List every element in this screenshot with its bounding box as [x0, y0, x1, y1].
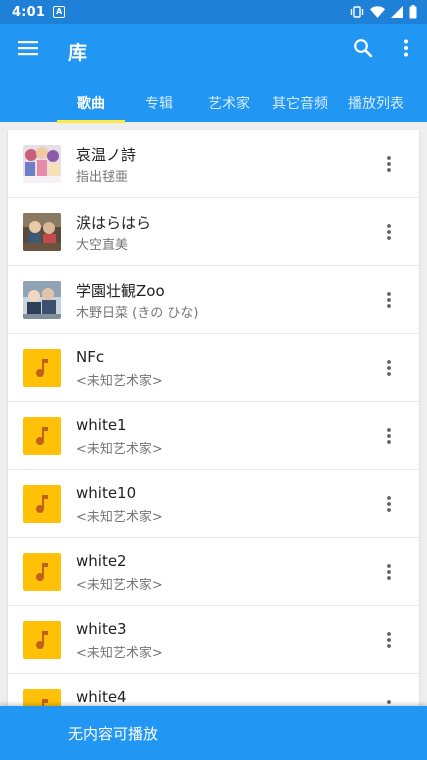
- app-bar: 库 歌曲 专辑 艺术家 其它音频 播放列表: [0, 24, 427, 123]
- more-vert-icon: [387, 360, 391, 376]
- song-list: 哀温ノ詩 指出毬亜 涙はらはら 大空直美 学園壮観Zoo 木野日菜 (きの ひな…: [8, 130, 419, 760]
- more-vert-icon: [403, 39, 409, 61]
- song-title: 哀温ノ詩: [76, 146, 137, 164]
- song-row[interactable]: 学園壮観Zoo 木野日菜 (きの ひな): [8, 266, 419, 334]
- song-artist: <未知艺术家>: [76, 578, 163, 593]
- notification-icon: A: [53, 6, 66, 18]
- album-cover-2: [23, 213, 61, 251]
- tab-indicator: [57, 120, 125, 123]
- album-art-placeholder: [23, 621, 61, 659]
- music-note-icon: [36, 359, 48, 378]
- more-vert-icon: [387, 156, 391, 172]
- song-artist: <未知艺术家>: [76, 442, 163, 457]
- tab-bar: 歌曲 专辑 艺术家 其它音频 播放列表: [0, 84, 427, 122]
- song-artist: 大空直美: [76, 238, 129, 253]
- page-title: 库: [68, 42, 88, 64]
- tab-playlists[interactable]: 播放列表: [342, 84, 410, 122]
- more-vert-icon: [387, 292, 391, 308]
- tab-albums[interactable]: 专辑: [130, 84, 188, 122]
- song-options-button[interactable]: [378, 356, 400, 380]
- album-art-placeholder: [23, 485, 61, 523]
- song-row[interactable]: white2 <未知艺术家>: [8, 538, 419, 606]
- album-cover-3: [23, 281, 61, 319]
- song-title: white1: [76, 416, 127, 434]
- song-title: white10: [76, 484, 137, 502]
- more-options-button[interactable]: [394, 37, 418, 63]
- song-artist: 木野日菜 (きの ひな): [76, 306, 199, 321]
- more-vert-icon: [387, 224, 391, 240]
- song-title: 涙はらはら: [76, 214, 152, 232]
- music-note-icon: [36, 631, 48, 650]
- search-button[interactable]: [350, 37, 376, 63]
- song-title: white3: [76, 620, 127, 638]
- song-row[interactable]: white1 <未知艺术家>: [8, 402, 419, 470]
- song-row[interactable]: 涙はらはら 大空直美: [8, 198, 419, 266]
- song-options-button[interactable]: [378, 560, 400, 584]
- album-art-placeholder: [23, 349, 61, 387]
- music-note-icon: [36, 563, 48, 582]
- song-artist: 指出毬亜: [76, 170, 129, 185]
- tab-other-audio[interactable]: 其它音频: [268, 84, 332, 122]
- more-vert-icon: [387, 496, 391, 512]
- more-vert-icon: [387, 632, 391, 648]
- song-artist: <未知艺术家>: [76, 646, 163, 661]
- album-art: [23, 213, 61, 251]
- album-art-placeholder: [23, 417, 61, 455]
- song-artist: <未知艺术家>: [76, 374, 163, 389]
- mini-player-bar[interactable]: 无内容可播放: [0, 706, 427, 760]
- tab-songs[interactable]: 歌曲: [57, 84, 125, 122]
- hamburger-menu-icon: [18, 40, 38, 60]
- battery-icon: [409, 5, 417, 19]
- status-icons: [350, 5, 417, 19]
- song-title: 学園壮観Zoo: [76, 282, 165, 300]
- status-time: 4:01: [12, 4, 46, 20]
- more-vert-icon: [387, 564, 391, 580]
- search-icon: [353, 38, 373, 62]
- song-options-button[interactable]: [378, 152, 400, 176]
- song-title: NFc: [76, 348, 105, 366]
- song-row[interactable]: NFc <未知艺术家>: [8, 334, 419, 402]
- app-root: 4:01 A 库 歌曲 专辑 艺术家 其它音频 播放列表 哀温ノ詩 指出毬亜 涙…: [0, 0, 427, 760]
- album-cover-1: [23, 145, 61, 183]
- song-options-button[interactable]: [378, 424, 400, 448]
- more-vert-icon: [387, 428, 391, 444]
- music-note-icon: [36, 495, 48, 514]
- wifi-icon: [370, 6, 385, 18]
- status-bar: 4:01 A: [0, 0, 427, 24]
- song-options-button[interactable]: [378, 492, 400, 516]
- song-options-button[interactable]: [378, 220, 400, 244]
- song-options-button[interactable]: [378, 628, 400, 652]
- song-title: white2: [76, 552, 127, 570]
- vibrate-icon: [350, 5, 364, 19]
- album-art: [23, 145, 61, 183]
- song-artist: <未知艺术家>: [76, 510, 163, 525]
- album-art: [23, 281, 61, 319]
- song-row[interactable]: white10 <未知艺术家>: [8, 470, 419, 538]
- song-title: white4: [76, 688, 127, 706]
- menu-button[interactable]: [14, 36, 42, 64]
- song-row[interactable]: white3 <未知艺术家>: [8, 606, 419, 674]
- album-art-placeholder: [23, 553, 61, 591]
- song-options-button[interactable]: [378, 288, 400, 312]
- music-note-icon: [36, 427, 48, 446]
- song-row[interactable]: 哀温ノ詩 指出毬亜: [8, 130, 419, 198]
- signal-icon: [391, 6, 403, 18]
- player-status-text: 无内容可播放: [68, 725, 159, 743]
- tab-artists[interactable]: 艺术家: [198, 84, 260, 122]
